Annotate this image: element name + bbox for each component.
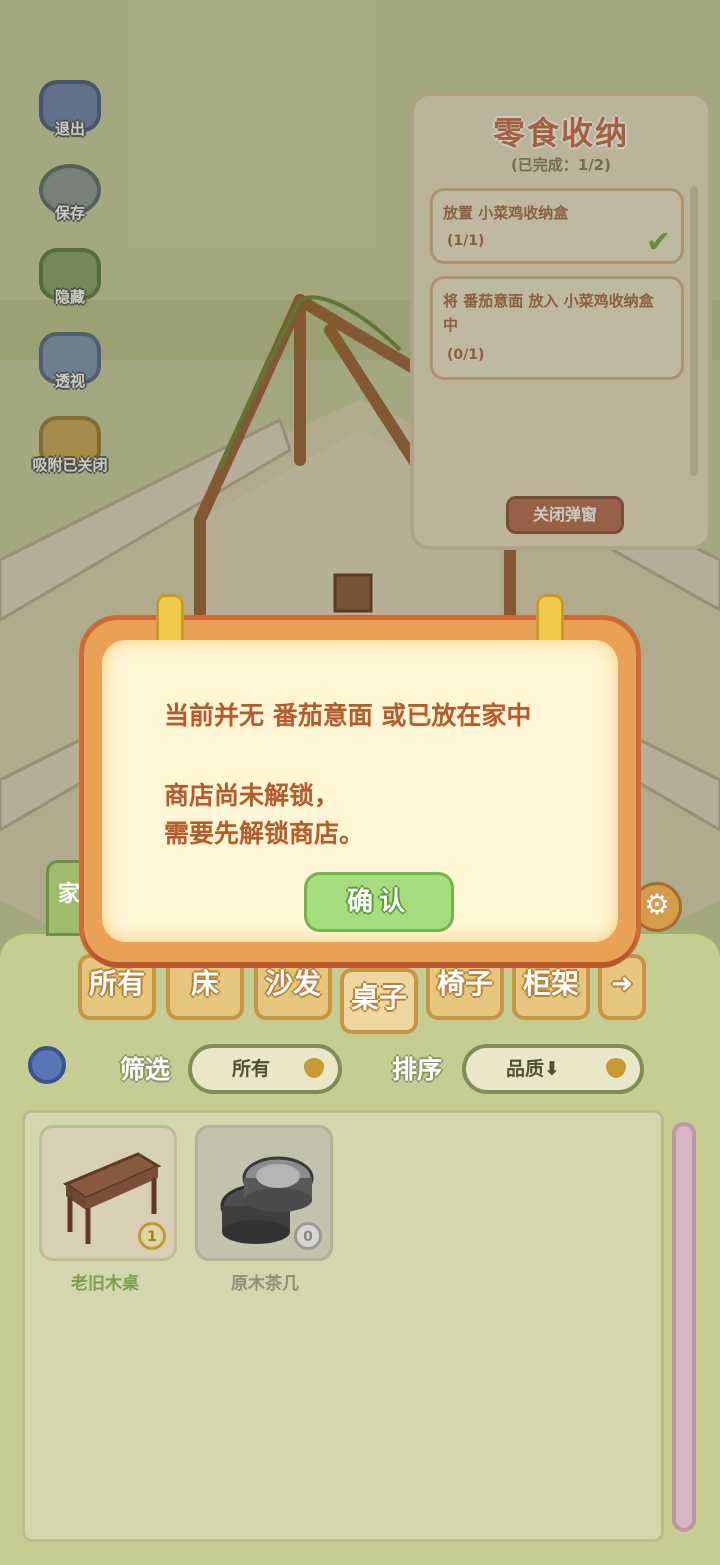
exit-label: 退出: [54, 120, 85, 138]
tab-all[interactable]: 所有: [78, 954, 156, 1020]
tab-table[interactable]: 桌子: [340, 968, 418, 1034]
item-grid: 1 老旧木桌 0 原木茶几: [22, 1110, 664, 1542]
sort-label: 排序: [392, 1055, 443, 1084]
snap-toggle-button[interactable]: 吸附已关闭: [22, 416, 118, 492]
hide-label: 隐藏: [54, 288, 85, 306]
task-item: 放置 小菜鸡收纳盒 (1/1) ✔: [430, 188, 684, 264]
tab-sofa[interactable]: 沙发: [254, 954, 332, 1020]
tab-cabinet[interactable]: 柜架: [512, 954, 590, 1020]
item-quantity: 0: [294, 1222, 322, 1250]
filter-value: 所有: [232, 1058, 271, 1080]
task-item: 将 番茄意面 放入 小菜鸡收纳盒中 (0/1): [430, 276, 684, 380]
item-name: 老旧木桌: [71, 1274, 139, 1294]
task-text: 将 番茄意面 放入 小菜鸡收纳盒中: [443, 292, 654, 334]
tab-bed[interactable]: 床: [166, 954, 244, 1020]
scrollbar-thumb[interactable]: [676, 1126, 692, 1528]
dropdown-arrow-icon: [606, 1058, 626, 1078]
check-icon: ✔: [645, 225, 671, 260]
dialog-body: 当前并无 番茄意面 或已放在家中 商店尚未解锁， 需要先解锁商店。 确认: [102, 640, 618, 942]
task-scrollbar[interactable]: [690, 186, 698, 476]
item-card-old-wood-table[interactable]: 1: [39, 1125, 177, 1261]
item-card-log-coffee-table[interactable]: 0: [195, 1125, 333, 1261]
item-quantity: 1: [138, 1222, 166, 1250]
task-panel: 零食收纳 (已完成：1/2) 放置 小菜鸡收纳盒 (1/1) ✔ 将 番茄意面 …: [410, 92, 712, 550]
task-count: (0/1): [447, 347, 485, 363]
dropdown-arrow-icon: [304, 1058, 324, 1078]
dialog-message: 当前并无 番茄意面 或已放在家中: [164, 701, 532, 730]
task-text: 放置 小菜鸡收纳盒: [443, 204, 569, 222]
dialog-message: 需要先解锁商店。: [164, 819, 365, 848]
save-button[interactable]: 保存: [32, 164, 108, 240]
dialog-message: 商店尚未解锁，: [164, 781, 340, 810]
close-popup-button[interactable]: 关闭弹窗: [506, 496, 624, 534]
notice-dialog: 当前并无 番茄意面 或已放在家中 商店尚未解锁， 需要先解锁商店。 确认: [84, 594, 636, 962]
hide-button[interactable]: 隐藏: [32, 248, 108, 324]
filter-label: 筛选: [120, 1055, 171, 1084]
inventory-scrollbar[interactable]: [672, 1122, 696, 1532]
perspective-button[interactable]: 透视: [32, 332, 108, 408]
task-title: 零食收纳: [492, 114, 629, 152]
confirm-button[interactable]: 确认: [304, 872, 454, 932]
task-progress: (已完成：1/2): [510, 156, 612, 174]
search-icon[interactable]: [28, 1046, 66, 1084]
sort-value: 品质⬇: [506, 1058, 560, 1080]
next-tabs-arrow-icon[interactable]: ➜: [598, 954, 646, 1020]
filter-row: 筛选 所有 排序 品质⬇: [24, 1040, 704, 1100]
snap-label: 吸附已关闭: [32, 456, 108, 474]
gear-icon[interactable]: ⚙: [632, 882, 682, 932]
inventory-panel: 家 ⚙ 所有 床 沙发 桌子 椅子 柜架 ➜ 筛选 所有 排序 品质⬇ 1 老旧…: [0, 860, 720, 1565]
perspective-label: 透视: [54, 372, 85, 390]
sort-dropdown[interactable]: 品质⬇: [462, 1044, 644, 1094]
task-count: (1/1): [447, 233, 485, 249]
item-name: 原木茶几: [231, 1274, 299, 1294]
save-label: 保存: [54, 204, 85, 222]
filter-dropdown[interactable]: 所有: [188, 1044, 342, 1094]
tab-chair[interactable]: 椅子: [426, 954, 504, 1020]
exit-button[interactable]: 退出: [32, 80, 108, 156]
